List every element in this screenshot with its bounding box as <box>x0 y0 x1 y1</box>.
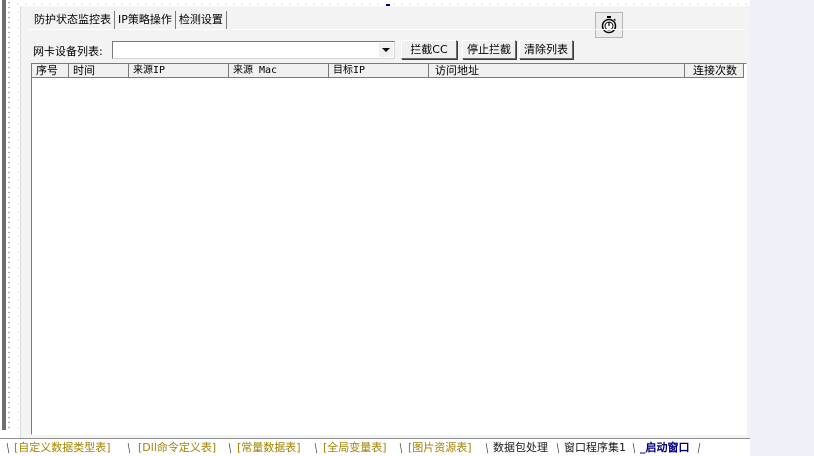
tab-separator: \ <box>399 441 403 455</box>
clear-list-button[interactable]: 清除列表 <box>519 40 573 59</box>
tab-separator: \ <box>556 441 560 455</box>
tab-separator: \ <box>632 441 636 455</box>
col-time[interactable]: 时间 <box>69 64 129 78</box>
block-cc-button[interactable]: 拦截CC <box>401 40 457 59</box>
connection-list[interactable]: 序号 时间 来源IP 来源 Mac 目标IP 访问地址 连接次数 <box>31 63 747 435</box>
side-panel <box>750 0 814 456</box>
bottom-tab-constants[interactable]: [常量数据表] <box>237 440 301 456</box>
startup-window-form[interactable]: 防护状态监控表 IP策略操作 检测设置 网卡设备列表: 拦截CC 停止拦截 清除… <box>20 6 750 438</box>
tab-separator: \ <box>127 441 131 455</box>
tab-ip-policy[interactable]: IP策略操作 <box>115 11 176 29</box>
bottom-tab-dll-commands[interactable]: [Dll命令定义表] <box>138 440 216 456</box>
protection-monitor-panel: 网卡设备列表: 拦截CC 停止拦截 清除列表 序号 时间 来源IP 来源 Mac… <box>29 29 747 435</box>
col-connection-count[interactable]: 连接次数 <box>685 64 744 78</box>
ruler-bar <box>2 0 6 430</box>
tab-strip: 防护状态监控表 IP策略操作 检测设置 <box>31 11 227 29</box>
device-combobox[interactable] <box>112 41 395 59</box>
bottom-tab-image-resources[interactable]: [图片资源表] <box>408 440 472 456</box>
dropdown-button[interactable] <box>379 43 393 57</box>
bottom-tab-global-vars[interactable]: [全局变量表] <box>323 440 387 456</box>
tab-separator: \ <box>6 441 10 455</box>
module-tab-bar: \ [自定义数据类型表] \ [Dll命令定义表] \ [常量数据表] \ [全… <box>0 438 750 456</box>
bottom-tab-window-assembly[interactable]: 窗口程序集1 <box>564 440 626 456</box>
designer-left-ruler <box>0 0 14 438</box>
tab-separator: \ <box>314 441 318 455</box>
col-index[interactable]: 序号 <box>32 64 69 78</box>
tab-separator: / <box>697 441 701 455</box>
chevron-down-icon <box>382 48 390 52</box>
bottom-tab-custom-types[interactable]: [自定义数据类型表] <box>14 440 111 456</box>
tab-detection-settings[interactable]: 检测设置 <box>176 11 227 29</box>
col-source-ip[interactable]: 来源IP <box>129 64 229 78</box>
device-list-label: 网卡设备列表: <box>33 45 103 58</box>
col-target-ip[interactable]: 目标IP <box>329 64 429 78</box>
ruler-dots <box>8 0 10 430</box>
tab-separator: \ <box>485 441 489 455</box>
stop-block-button[interactable]: 停止拦截 <box>462 40 516 59</box>
col-source-mac[interactable]: 来源 Mac <box>229 64 329 78</box>
tab-protection-monitor[interactable]: 防护状态监控表 <box>31 11 115 29</box>
tab-separator: \ <box>228 441 232 455</box>
col-url[interactable]: 访问地址 <box>429 64 685 78</box>
bottom-tab-startup-window[interactable]: _启动窗口 <box>640 440 690 456</box>
list-header: 序号 时间 来源IP 来源 Mac 目标IP 访问地址 连接次数 <box>32 64 746 78</box>
bottom-tab-packet-processing[interactable]: 数据包处理 <box>493 440 548 456</box>
